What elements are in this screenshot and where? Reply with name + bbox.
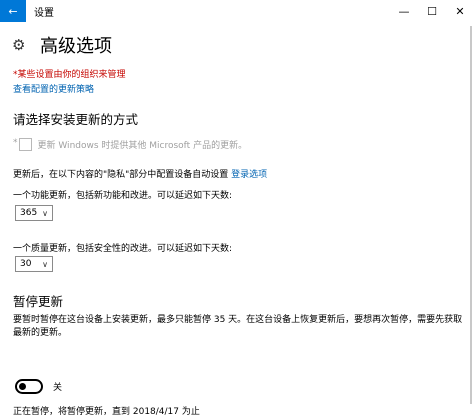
close-icon: ✕ [455, 4, 465, 18]
other-products-checkbox[interactable] [18, 138, 32, 151]
quality-update-label: 一个质量更新，包括安全性的改进。可以延迟如下天数: [13, 244, 233, 254]
pause-toggle-row: 关 [15, 379, 62, 394]
managed-notice: *某些设置由你的组织来管理 [13, 70, 126, 80]
chevron-down-icon: ∨ [42, 208, 48, 218]
pause-status-text: 正在暂停，将暂停更新，直到 2018/4/17 为止 [13, 407, 200, 417]
pause-updates-toggle[interactable] [15, 379, 43, 394]
toggle-knob [19, 383, 26, 390]
other-products-label: 更新 Windows 时提供其他 Microsoft 产品的更新。 [37, 141, 248, 151]
maximize-button[interactable]: ☐ [418, 0, 446, 22]
chevron-down-icon: ∨ [42, 259, 48, 269]
install-method-heading: 请选择安装更新的方式 [13, 112, 139, 127]
window-controls: — ☐ ✕ [390, 0, 474, 22]
quality-update-defer-value: 30 [20, 259, 32, 269]
privacy-text: 更新后，在以下内容的"隐私"部分中配置设备自动设置 登录选项 [13, 167, 267, 180]
pause-updates-heading: 暂停更新 [13, 294, 64, 309]
maximize-icon: ☐ [427, 4, 437, 18]
view-policies-link[interactable]: 查看配置的更新策略 [13, 82, 94, 95]
feature-update-defer-value: 365 [20, 208, 38, 218]
pause-description: 要暂时暂停在这台设备上安装更新，最多只能暂停 35 天。在这台设备上恢复更新后，… [13, 315, 463, 338]
sign-in-options-link[interactable]: 登录选项 [231, 170, 267, 180]
scrollbar[interactable] [470, 26, 472, 404]
minimize-icon: — [398, 4, 410, 18]
minimize-button[interactable]: — [390, 0, 418, 22]
gear-icon: ⚙ [12, 36, 26, 54]
quality-update-defer-select[interactable]: 30 ∨ [15, 256, 53, 272]
page-header: ⚙ 高级选项 [12, 32, 112, 58]
title-bar: ← 设置 — ☐ ✕ [0, 0, 474, 22]
privacy-description: 更新后，在以下内容的"隐私"部分中配置设备自动设置 [13, 170, 232, 180]
close-button[interactable]: ✕ [446, 0, 474, 22]
other-products-option: * 更新 Windows 时提供其他 Microsoft 产品的更新。 [13, 138, 247, 151]
back-button[interactable]: ← [0, 0, 26, 22]
page-title: 高级选项 [40, 36, 112, 57]
settings-content: ⚙ 高级选项 *某些设置由你的组织来管理 查看配置的更新策略 请选择安装更新的方… [0, 22, 466, 417]
managed-asterisk: * [13, 138, 18, 148]
window-title: 设置 [34, 7, 54, 19]
feature-update-defer-select[interactable]: 365 ∨ [15, 205, 53, 221]
feature-update-label: 一个功能更新，包括新功能和改进。可以延迟如下天数: [13, 191, 233, 201]
toggle-state-label: 关 [53, 383, 63, 393]
back-arrow-icon: ← [8, 4, 18, 18]
